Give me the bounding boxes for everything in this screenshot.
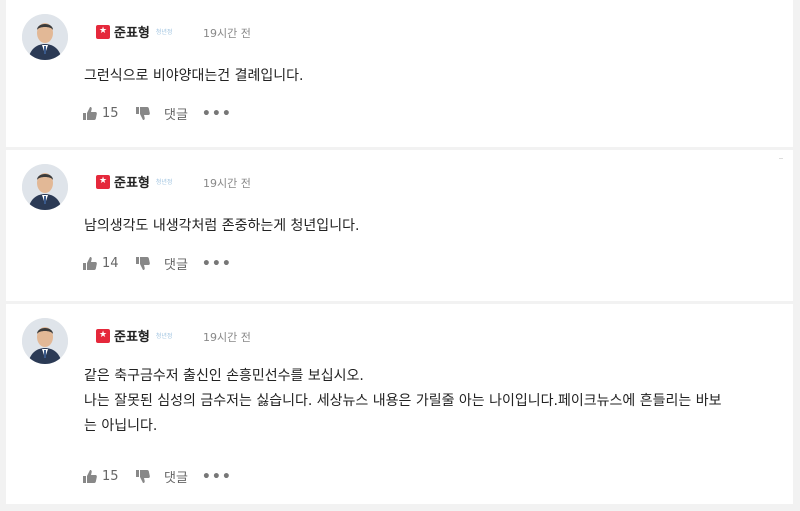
- reply-button[interactable]: 댓글: [164, 254, 188, 273]
- comment-item: ★ 준표형 청년정 19시간 전 그런식으로 비야양대는건 결례입니다. 15 …: [6, 0, 793, 147]
- comment-line: 는 아닙니다.: [84, 418, 158, 434]
- like-count: 15: [102, 469, 119, 484]
- more-options-icon[interactable]: •••: [202, 106, 232, 122]
- avatar[interactable]: [22, 14, 68, 60]
- author-name[interactable]: 준표형: [114, 172, 150, 191]
- thumbs-up-icon: [83, 107, 97, 120]
- comment-line: 나는 잘못된 심성의 금수저는 싫습니다. 세상뉴스 내용은 가릴줄 아는 나이…: [84, 393, 722, 409]
- thumbs-up-icon: [83, 257, 97, 270]
- thumbs-down-icon: [136, 470, 150, 483]
- comment-time: 19시간 전: [203, 27, 251, 40]
- star-icon: ★: [96, 174, 110, 189]
- like-count: 14: [102, 256, 119, 271]
- comment-line: 그런식으로 비야양대는건 결례입니다.: [84, 68, 304, 84]
- author-tag: 청년정: [155, 29, 173, 36]
- comment-text: 남의생각도 내생각처럼 존중하는게 청년입니다.: [84, 214, 779, 239]
- star-icon: ★: [96, 328, 110, 343]
- comment-author: ★ 준표형 청년정: [96, 172, 172, 191]
- like-button[interactable]: 14: [83, 256, 132, 271]
- comment-item: ★ 준표형 청년정 19시간 전 남의생각도 내생각처럼 존중하는게 청년입니다…: [6, 150, 793, 301]
- comment-text: 같은 축구금수저 출신인 손흥민선수를 보십시오. 나는 잘못된 심성의 금수저…: [84, 364, 779, 439]
- like-button[interactable]: 15: [83, 469, 132, 484]
- more-options-icon[interactable]: •••: [202, 469, 232, 485]
- comment-list: ★ 준표형 청년정 19시간 전 그런식으로 비야양대는건 결례입니다. 15 …: [6, 0, 793, 504]
- thumbs-down-icon: [136, 107, 150, 120]
- thumbs-up-icon: [83, 470, 97, 483]
- like-count: 15: [102, 106, 119, 121]
- author-name[interactable]: 준표형: [114, 326, 150, 345]
- dislike-button[interactable]: [136, 257, 150, 270]
- comment-time: 19시간 전: [203, 331, 251, 344]
- comment-line: 같은 축구금수저 출신인 손흥민선수를 보십시오.: [84, 368, 364, 384]
- avatar[interactable]: [22, 164, 68, 210]
- comment-actions: 15 댓글 •••: [83, 104, 232, 123]
- comment-time: 19시간 전: [203, 177, 251, 190]
- like-button[interactable]: 15: [83, 106, 132, 121]
- comment-item: ★ 준표형 청년정 19시간 전 같은 축구금수저 출신인 손흥민선수를 보십시…: [6, 304, 793, 504]
- more-options-icon[interactable]: •••: [202, 256, 232, 272]
- dislike-button[interactable]: [136, 470, 150, 483]
- comment-actions: 15 댓글 •••: [83, 467, 232, 486]
- reply-button[interactable]: 댓글: [164, 104, 188, 123]
- dislike-button[interactable]: [136, 107, 150, 120]
- author-name[interactable]: 준표형: [114, 22, 150, 41]
- comment-line: 남의생각도 내생각처럼 존중하는게 청년입니다.: [84, 218, 360, 234]
- author-tag: 청년정: [155, 179, 173, 186]
- divider: [779, 158, 783, 159]
- comment-author: ★ 준표형 청년정: [96, 22, 172, 41]
- comment-text: 그런식으로 비야양대는건 결례입니다.: [84, 64, 779, 89]
- thumbs-down-icon: [136, 257, 150, 270]
- reply-button[interactable]: 댓글: [164, 467, 188, 486]
- author-tag: 청년정: [155, 333, 173, 340]
- avatar[interactable]: [22, 318, 68, 364]
- star-icon: ★: [96, 24, 110, 39]
- comment-author: ★ 준표형 청년정: [96, 326, 172, 345]
- comment-actions: 14 댓글 •••: [83, 254, 232, 273]
